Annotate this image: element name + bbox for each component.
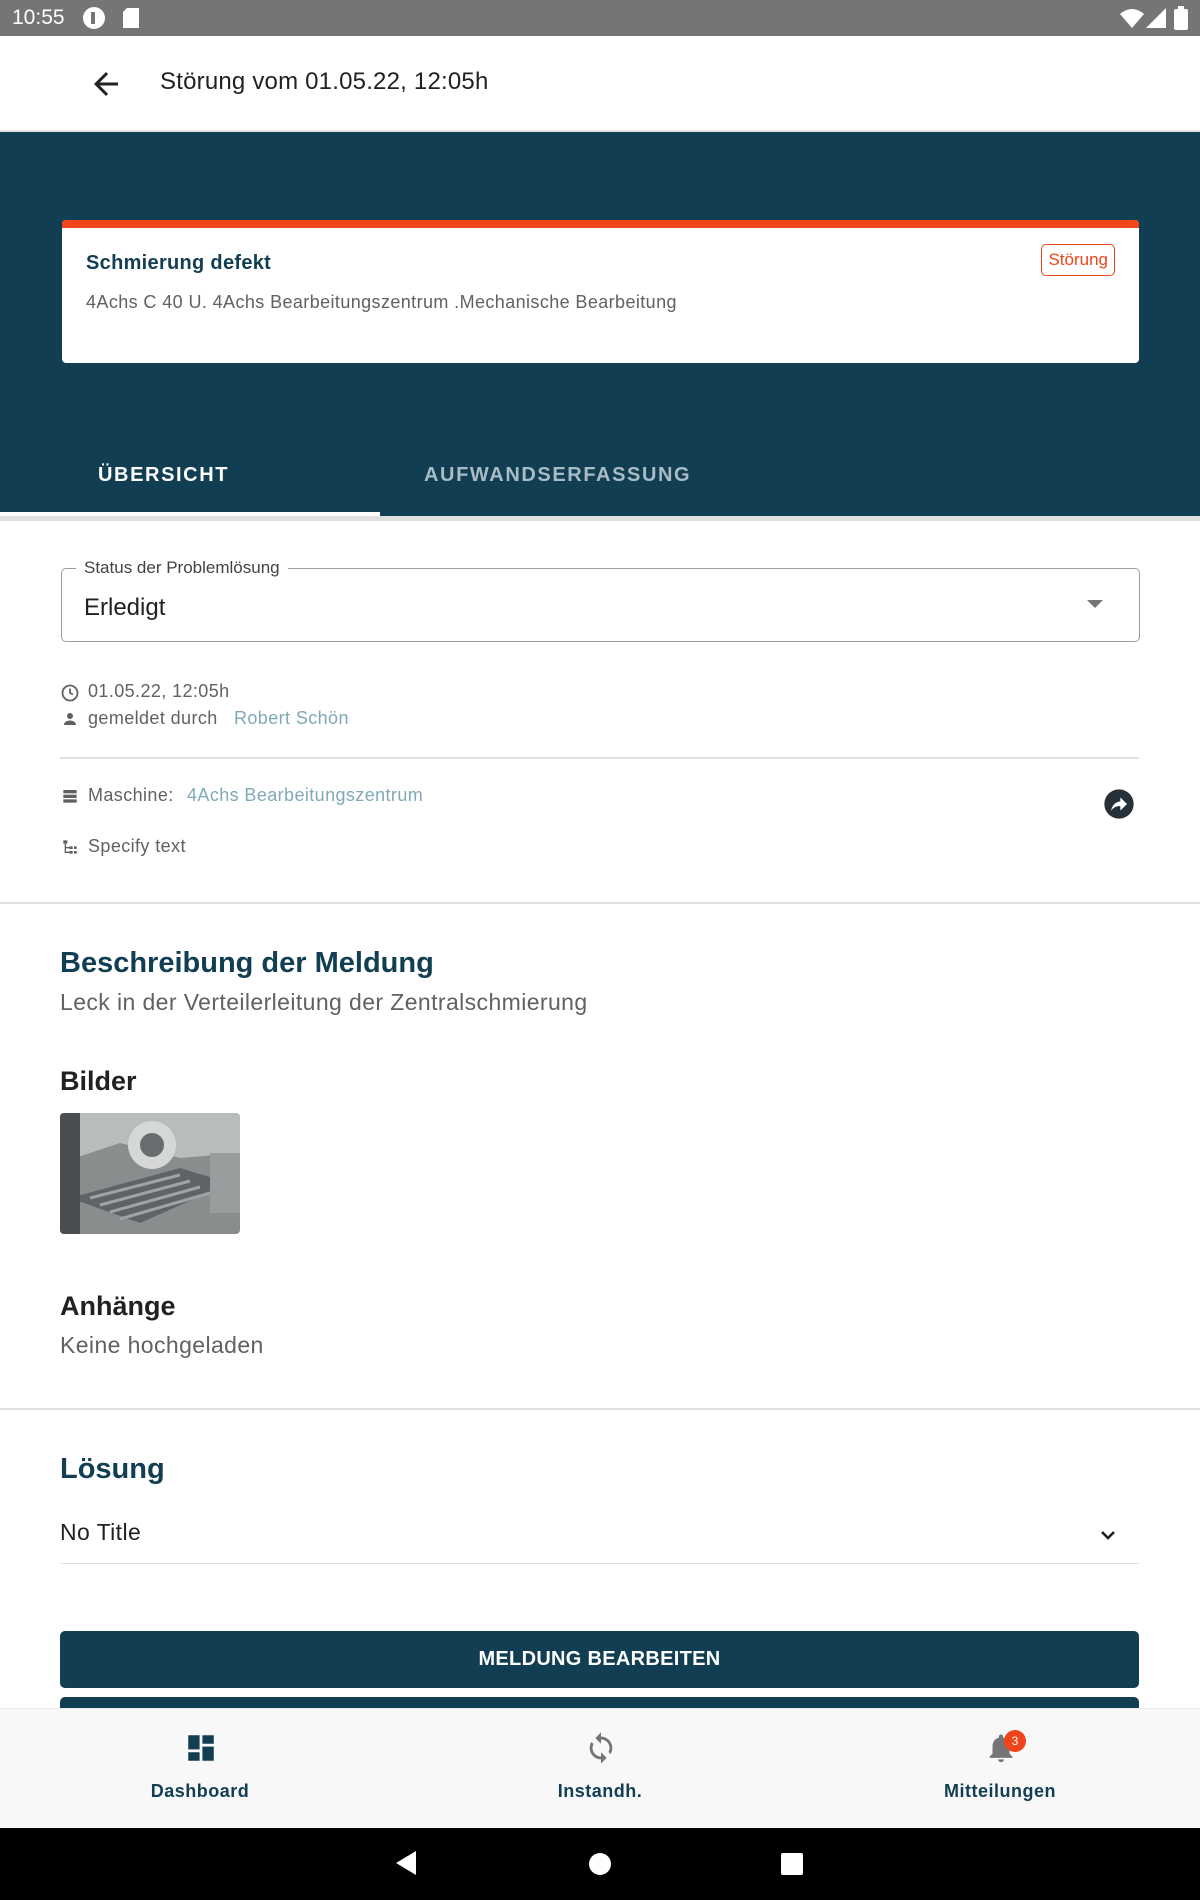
arrow-back-icon[interactable] [88,66,124,102]
dashboard-icon [188,1735,214,1761]
page-title: Störung vom 01.05.22, 12:05h [160,68,489,95]
system-recents-icon[interactable] [780,1852,804,1876]
description-text: Leck in der Verteilerleitung der Zentral… [60,989,588,1015]
dropdown-arrow-icon[interactable] [1087,600,1103,608]
wifi-icon [1120,9,1144,28]
card-accent-bar [62,220,1139,228]
status-bar: 10:55 [0,0,1200,36]
notification-count-badge: 3 [1004,1730,1026,1752]
solution-expander[interactable]: No Title [60,1505,1139,1564]
attachments-text: Keine hochgeladen [60,1332,264,1358]
sd-card-icon [123,8,139,28]
specify-text: Specify text [88,836,186,856]
hierarchy-icon [63,840,77,854]
nav-dashboard[interactable]: Dashboard [0,1709,400,1829]
machine-link[interactable]: 4Achs Bearbeitungszentrum [187,785,423,806]
system-navigation-bar [0,1828,1200,1900]
status-select-label: Status der Problemlösung [76,558,288,578]
status-select-value: Erledigt [84,594,166,621]
machine-icon [63,790,77,803]
app-bar: Störung vom 01.05.22, 12:05h [0,36,1200,132]
nav-notifications[interactable]: Mitteilungen [800,1709,1200,1829]
meta-divider [60,757,1139,759]
reported-by-prefix: gemeldet durch [88,708,218,728]
tab-overview-label: ÜBERSICHT [98,464,230,486]
section-divider-2 [0,1408,1200,1410]
bottom-navigation: Dashboard Instandh. Mitteilungen [0,1708,1200,1829]
incident-card: Schmierung defekt 4Achs C 40 U. 4Achs Be… [62,220,1139,363]
system-back-icon[interactable] [394,1850,418,1876]
tab-overview[interactable]: ÜBERSICHT [0,442,380,516]
card-subtitle: 4Achs C 40 U. 4Achs Bearbeitungszentrum … [86,292,677,312]
status-select[interactable] [61,568,1140,642]
sync-icon [589,1732,613,1764]
reported-datetime: 01.05.22, 12:05h [88,681,230,701]
attachments-heading: Anhänge [60,1291,176,1321]
cast-icon [83,7,105,29]
battery-icon [1174,6,1188,30]
nav-dashboard-label: Dashboard [150,1781,250,1801]
image-thumbnail[interactable] [60,1113,240,1234]
tab-effort-label: AUFWANDSERFASSUNG [424,464,692,486]
edit-report-button[interactable]: MELDUNG BEARBEITEN [60,1631,1139,1688]
tab-effort[interactable]: AUFWANDSERFASSUNG [380,442,800,516]
signal-icon [1146,8,1166,28]
images-heading: Bilder [60,1066,137,1096]
reported-by-link[interactable]: Robert Schön [234,708,349,729]
section-divider [0,902,1200,904]
description-heading: Beschreibung der Meldung [60,947,434,979]
status-time: 10:55 [12,6,65,29]
nav-maintenance[interactable]: Instandh. [400,1709,800,1829]
machine-label: Maschine: [88,785,174,805]
chevron-down-icon[interactable] [1096,1523,1120,1547]
status-badge: Störung [1041,244,1115,276]
clock-icon [61,684,79,702]
card-title: Schmierung defekt [86,252,272,274]
solution-item-title: No Title [60,1519,142,1545]
person-icon [64,713,76,725]
nav-maintenance-label: Instandh. [557,1781,643,1801]
tab-bar-divider [0,516,1200,521]
nav-notifications-label: Mitteilungen [944,1781,1056,1801]
share-icon[interactable] [1103,788,1135,820]
system-home-icon[interactable] [588,1852,612,1876]
solution-heading: Lösung [60,1453,165,1485]
